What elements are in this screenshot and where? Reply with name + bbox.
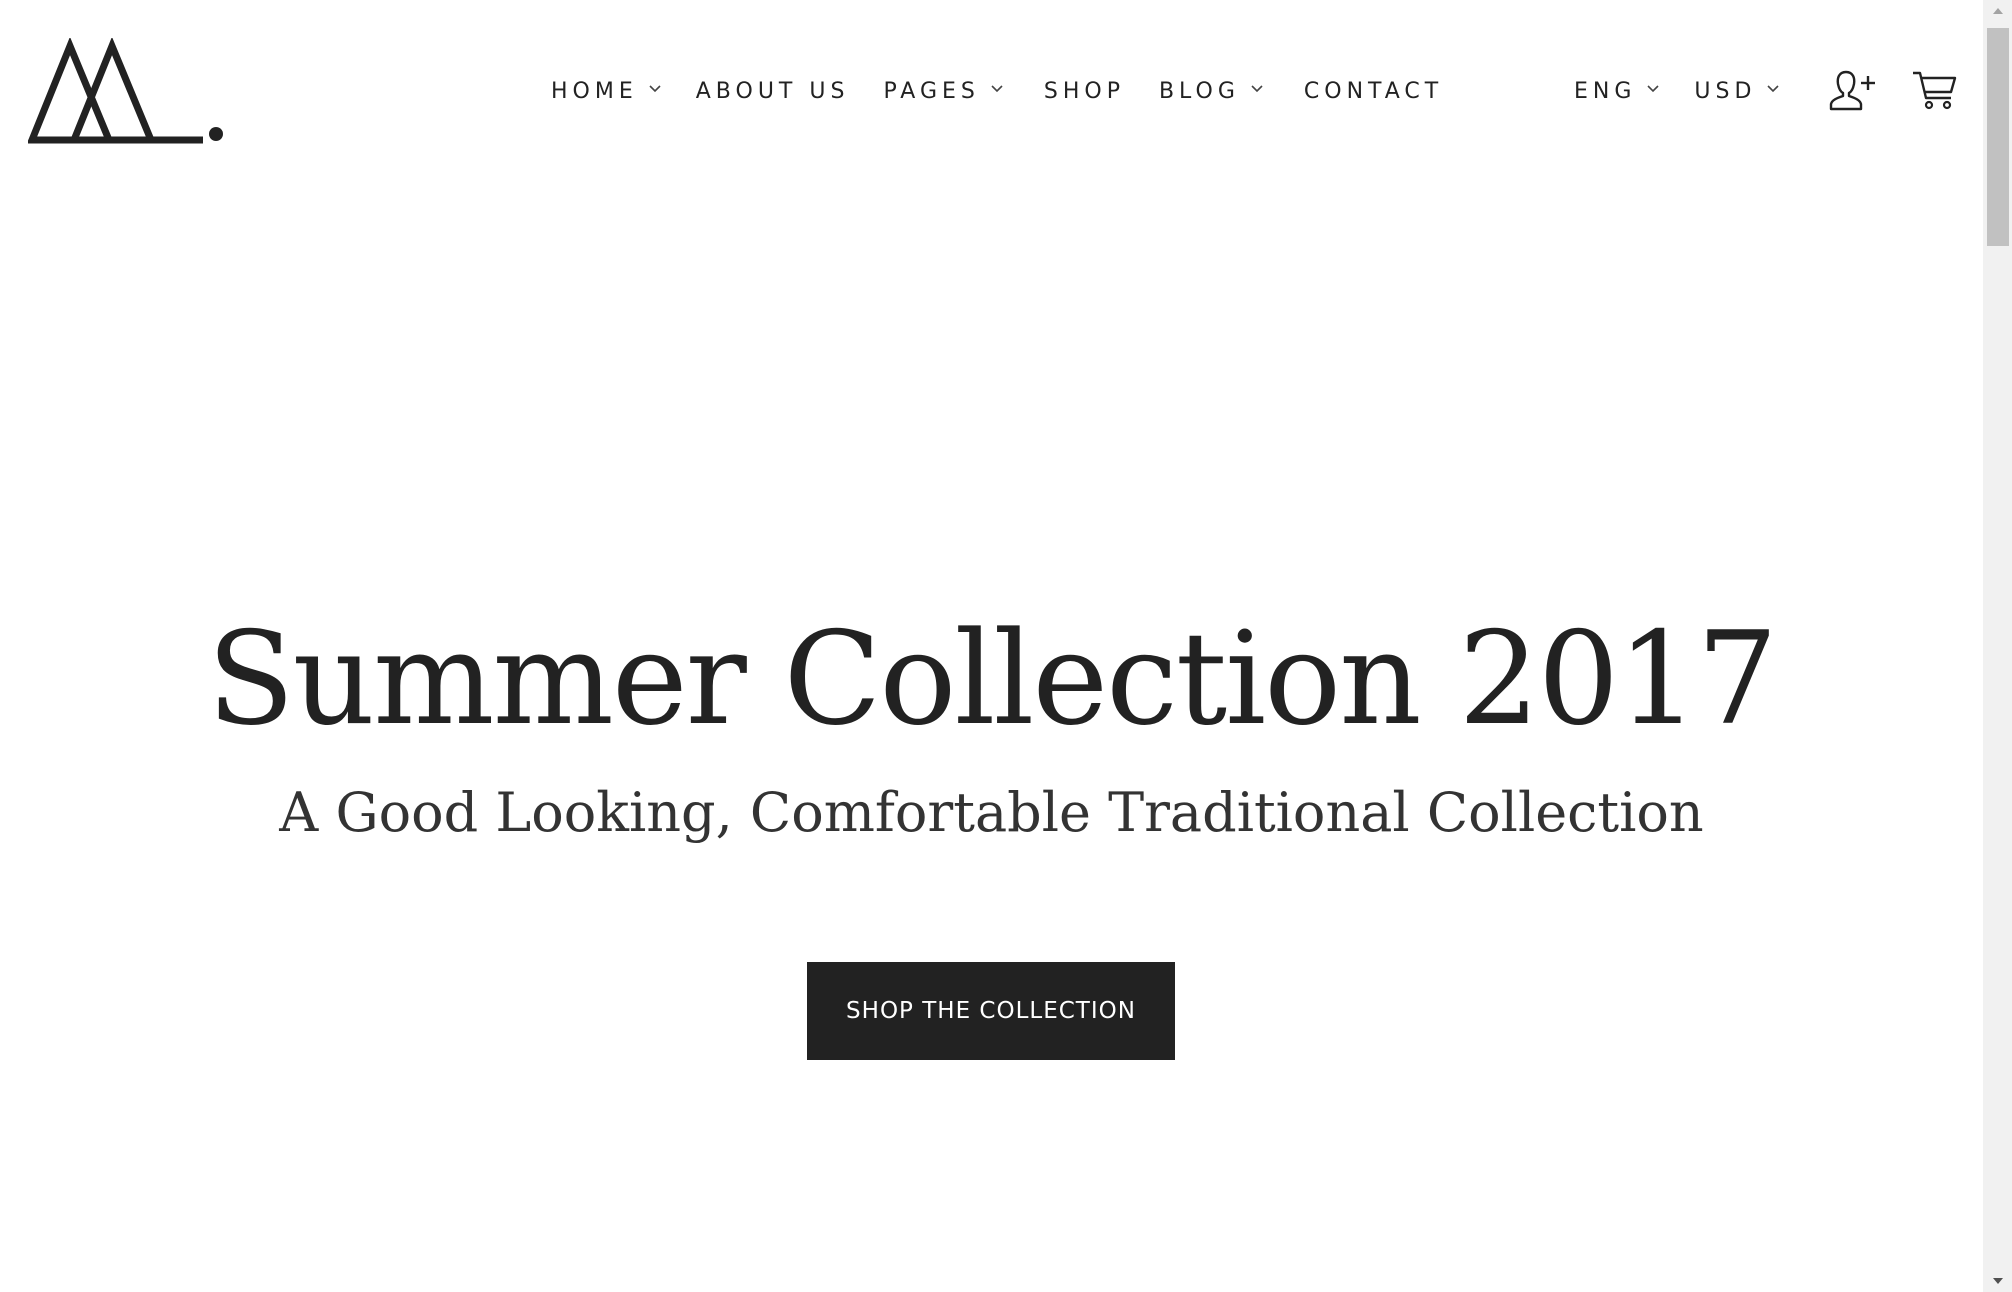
chevron-down-icon [1767, 85, 1779, 93]
hero-section: Summer Collection 2017 A Good Looking, C… [0, 180, 1983, 1292]
language-selector[interactable]: ENG [1574, 79, 1660, 104]
nav-item-label: BLOG [1158, 78, 1240, 104]
currency-value: USD [1694, 78, 1757, 104]
chevron-down-icon [1647, 85, 1659, 93]
page: HOME ABOUT US PAGES SHOP BLOG CONTACT EN… [0, 0, 2012, 1292]
nav-item-label: CONTACT [1303, 78, 1444, 104]
nav-item-label: SHOP [1043, 78, 1125, 104]
language-value: ENG [1574, 78, 1637, 104]
scrollbar-thumb[interactable] [1987, 28, 2009, 246]
nav-item-pages[interactable]: PAGES [883, 79, 1003, 104]
add-user-icon[interactable] [1828, 68, 1876, 112]
hero-title: Summer Collection 2017 [206, 605, 1778, 754]
hero-subtitle: A Good Looking, Comfortable Traditional … [279, 781, 1704, 844]
nav-item-about-us[interactable]: ABOUT US [696, 79, 850, 104]
nav-item-shop[interactable]: SHOP [1044, 79, 1125, 104]
site-header: HOME ABOUT US PAGES SHOP BLOG CONTACT EN… [0, 0, 1983, 180]
nav-item-label: PAGES [883, 78, 980, 104]
triangle-down-icon [1992, 1278, 2003, 1284]
chevron-down-icon [991, 85, 1003, 93]
chevron-down-icon [649, 85, 661, 93]
nav-item-label: HOME [551, 78, 638, 104]
cart-icon[interactable] [1911, 68, 1959, 112]
shop-collection-button[interactable]: SHOP THE COLLECTION [807, 962, 1175, 1060]
chevron-down-icon [1251, 85, 1263, 93]
currency-selector[interactable]: USD [1694, 79, 1780, 104]
nav-item-contact[interactable]: CONTACT [1304, 79, 1443, 104]
nav-item-home[interactable]: HOME [551, 79, 662, 104]
scrollbar[interactable] [1983, 0, 2012, 1292]
triangle-up-icon [1992, 8, 2003, 14]
scroll-up-button[interactable] [1983, 0, 2012, 22]
nav-item-blog[interactable]: BLOG [1159, 79, 1264, 104]
nav-item-label: ABOUT US [695, 78, 850, 104]
scroll-down-button[interactable] [1983, 1270, 2012, 1292]
header-selectors: ENG USD [1574, 72, 1780, 110]
mountain-logo-icon[interactable] [28, 38, 224, 146]
main-nav: HOME ABOUT US PAGES SHOP BLOG CONTACT [551, 72, 1443, 110]
